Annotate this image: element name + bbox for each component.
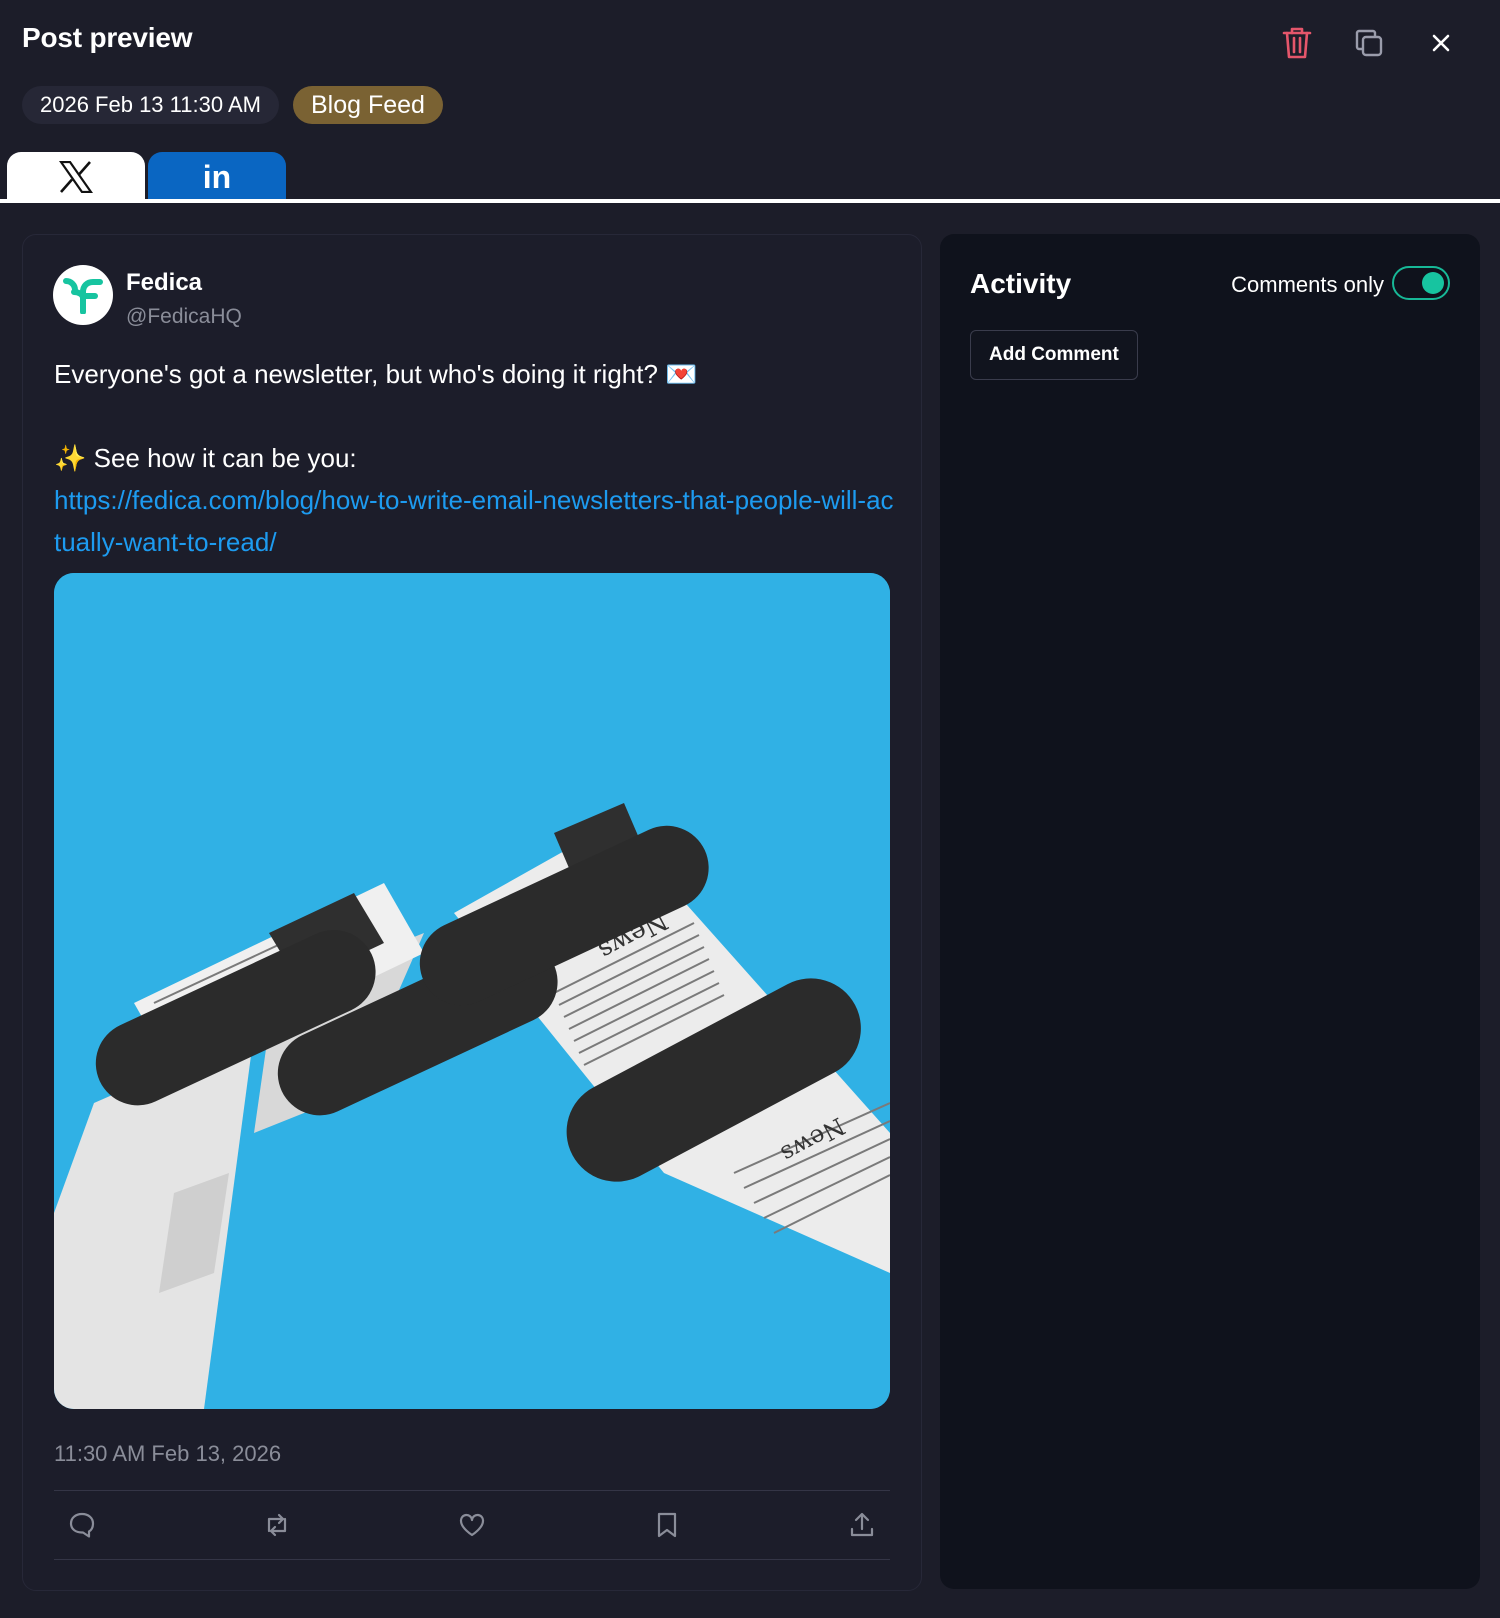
post-body: Everyone's got a newsletter, but who's d… [54,353,894,563]
post-timestamp: 11:30 AM Feb 13, 2026 [54,1441,282,1466]
bookmark-icon [657,1512,677,1538]
avatar[interactable] [53,265,113,325]
linkedin-logo-icon: in [202,158,232,195]
x-logo-icon [59,161,93,193]
like-button[interactable] [456,1509,488,1541]
comments-only-label: Comments only [1231,272,1384,297]
reply-button[interactable] [66,1509,98,1541]
copy-icon [1355,29,1383,57]
account-name: Fedica [126,269,203,296]
post-text-line: Everyone's got a newsletter, but who's d… [54,359,698,389]
page-title: Post preview [22,22,193,53]
comments-only-toggle[interactable] [1392,266,1450,300]
close-icon [1432,34,1450,52]
trash-icon [1282,27,1312,59]
bookmark-button[interactable] [651,1509,683,1541]
post-action-bar [54,1490,890,1560]
tab-divider [0,199,1500,203]
duplicate-button[interactable] [1350,24,1388,62]
share-icon [850,1512,874,1537]
post-meta-row: 2026 Feb 13 11:30 AM Blog Feed [22,86,443,124]
activity-panel: Activity Comments only Add Comment [940,234,1480,1589]
post-preview-card: Fedica @FedicaHQ Everyone's got a newsle… [22,234,922,1591]
tab-linkedin[interactable]: in [148,152,286,202]
heart-icon [459,1513,485,1537]
close-button[interactable] [1422,24,1460,62]
scheduled-date-badge: 2026 Feb 13 11:30 AM [22,86,279,124]
delete-button[interactable] [1278,24,1316,62]
repost-button[interactable] [261,1509,293,1541]
newspaper-illustration: News News [54,573,890,1409]
tab-x[interactable] [7,152,145,202]
toggle-knob [1422,272,1444,294]
post-text-line: ✨ See how it can be you: [54,443,357,473]
comment-icon [69,1512,95,1538]
account-handle: @FedicaHQ [126,305,242,328]
share-button[interactable] [846,1509,878,1541]
repost-icon [267,1513,287,1537]
activity-title: Activity [970,268,1072,299]
post-link[interactable]: https://fedica.com/blog/how-to-write-ema… [54,485,894,557]
header-actions [1278,24,1460,62]
post-image[interactable]: News News [54,573,890,1409]
add-comment-button[interactable]: Add Comment [970,330,1138,380]
network-tabs: in [7,152,286,202]
feed-tag-badge[interactable]: Blog Feed [292,86,443,124]
fedica-logo-icon [63,278,103,314]
